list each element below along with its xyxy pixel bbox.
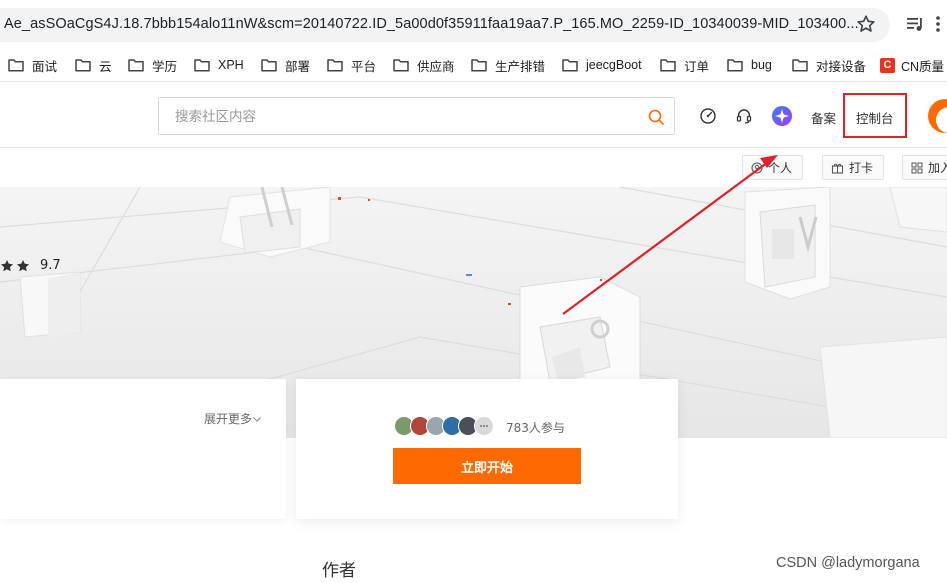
star-icon xyxy=(1,259,13,271)
bookmark-label: 订单 xyxy=(684,59,710,74)
personal-button[interactable]: 个人 xyxy=(742,155,804,180)
bookmark-folder[interactable]: 生产排错 xyxy=(471,56,545,74)
folder-icon xyxy=(562,59,578,72)
checkin-button[interactable]: 打卡 xyxy=(822,155,885,180)
reading-list-icon[interactable] xyxy=(905,14,925,34)
url-text[interactable]: Ae_asSOaCgS4J.18.7bbb154alo11nW&scm=2014… xyxy=(4,16,859,32)
user-avatar[interactable] xyxy=(928,99,947,133)
join-label: 加入 xyxy=(928,161,947,175)
bookmark-folder[interactable]: 部署 xyxy=(261,56,310,74)
bookmark-label: XPH xyxy=(218,58,244,72)
bookmark-folder[interactable]: XPH xyxy=(194,56,244,74)
chevron-down-icon xyxy=(253,416,261,422)
browser-address-bar: Ae_asSOaCgS4J.18.7bbb154alo11nW&scm=2014… xyxy=(0,0,947,49)
bookmark-link[interactable]: C CN质量 xyxy=(880,56,944,74)
sub-toolbar: 个人 打卡 加入 xyxy=(0,149,947,187)
bookmark-folder[interactable]: 供应商 xyxy=(393,56,455,74)
folder-icon xyxy=(194,59,210,72)
folder-icon xyxy=(75,59,91,72)
watermark: CSDN @ladymorgana xyxy=(776,555,920,571)
grid-icon xyxy=(911,162,923,173)
bookmark-folder[interactable]: 面试 xyxy=(8,56,57,74)
browser-menu-icon[interactable] xyxy=(934,13,942,35)
participant-count: 783人参与 xyxy=(506,421,565,435)
gift-icon xyxy=(831,163,844,174)
user-icon xyxy=(751,161,763,174)
bookmark-folder[interactable]: bug xyxy=(727,56,772,74)
checkin-label: 打卡 xyxy=(849,161,874,175)
more-avatars-icon xyxy=(474,416,494,436)
filing-link[interactable]: 备案 xyxy=(811,108,836,127)
start-now-button[interactable]: 立即开始 xyxy=(393,448,581,484)
expand-more-label: 展开更多 xyxy=(204,412,253,426)
site-header: 备案 控制台 xyxy=(0,83,947,148)
search-box xyxy=(158,97,675,135)
ai-assistant-icon[interactable] xyxy=(771,105,793,127)
star-icon xyxy=(17,259,29,271)
course-action-card: 783人参与 立即开始 xyxy=(296,379,678,519)
bookmark-label: 生产排错 xyxy=(495,59,546,74)
bookmark-folder[interactable]: 对接设备 xyxy=(792,56,866,74)
bookmarks-bar: 面试 云 学历 XPH 部署 平台 供应商 生产排错 jeecgBoot 订单 … xyxy=(0,49,947,82)
folder-icon xyxy=(660,59,676,72)
participant-avatars xyxy=(394,416,494,436)
bookmark-star-icon[interactable] xyxy=(855,13,877,35)
course-rating: 9.7 xyxy=(0,258,61,273)
headset-support-icon[interactable] xyxy=(735,107,753,125)
bookmark-label: 对接设备 xyxy=(816,59,867,74)
expand-more-link[interactable]: 展开更多 xyxy=(204,410,262,427)
bookmark-label: jeecgBoot xyxy=(586,58,642,72)
bookmark-label: 云 xyxy=(99,59,112,74)
bookmark-label: CN质量 xyxy=(901,59,945,74)
folder-icon xyxy=(471,59,487,72)
bookmark-folder[interactable]: 平台 xyxy=(327,56,376,74)
bookmark-label: 平台 xyxy=(351,59,377,74)
bookmark-label: 供应商 xyxy=(417,59,455,74)
search-icon[interactable] xyxy=(647,108,665,126)
folder-icon xyxy=(8,59,24,72)
bookmark-label: bug xyxy=(751,58,772,72)
folder-icon xyxy=(727,59,743,72)
bookmark-folder[interactable]: 订单 xyxy=(660,56,709,74)
folder-icon xyxy=(261,59,277,72)
folder-icon xyxy=(327,59,343,72)
personal-label: 个人 xyxy=(768,161,793,175)
join-button[interactable]: 加入 xyxy=(902,155,947,180)
highlight-box xyxy=(843,93,907,138)
speed-gauge-icon[interactable] xyxy=(699,107,717,125)
course-intro-card: 展开更多 xyxy=(0,379,286,519)
folder-icon xyxy=(792,59,808,72)
bookmark-label: 部署 xyxy=(285,59,311,74)
csdn-logo-icon: C xyxy=(880,57,895,73)
bookmark-folder[interactable]: 云 xyxy=(75,56,112,74)
folder-icon xyxy=(128,59,144,72)
bookmark-folder[interactable]: jeecgBoot xyxy=(562,56,642,74)
bookmark-label: 面试 xyxy=(32,59,58,74)
bookmark-label: 学历 xyxy=(152,59,178,74)
rating-score: 9.7 xyxy=(40,258,61,273)
author-heading: 作者 xyxy=(322,561,356,581)
search-input[interactable] xyxy=(175,107,615,127)
folder-icon xyxy=(393,59,409,72)
bookmark-folder[interactable]: 学历 xyxy=(128,56,177,74)
